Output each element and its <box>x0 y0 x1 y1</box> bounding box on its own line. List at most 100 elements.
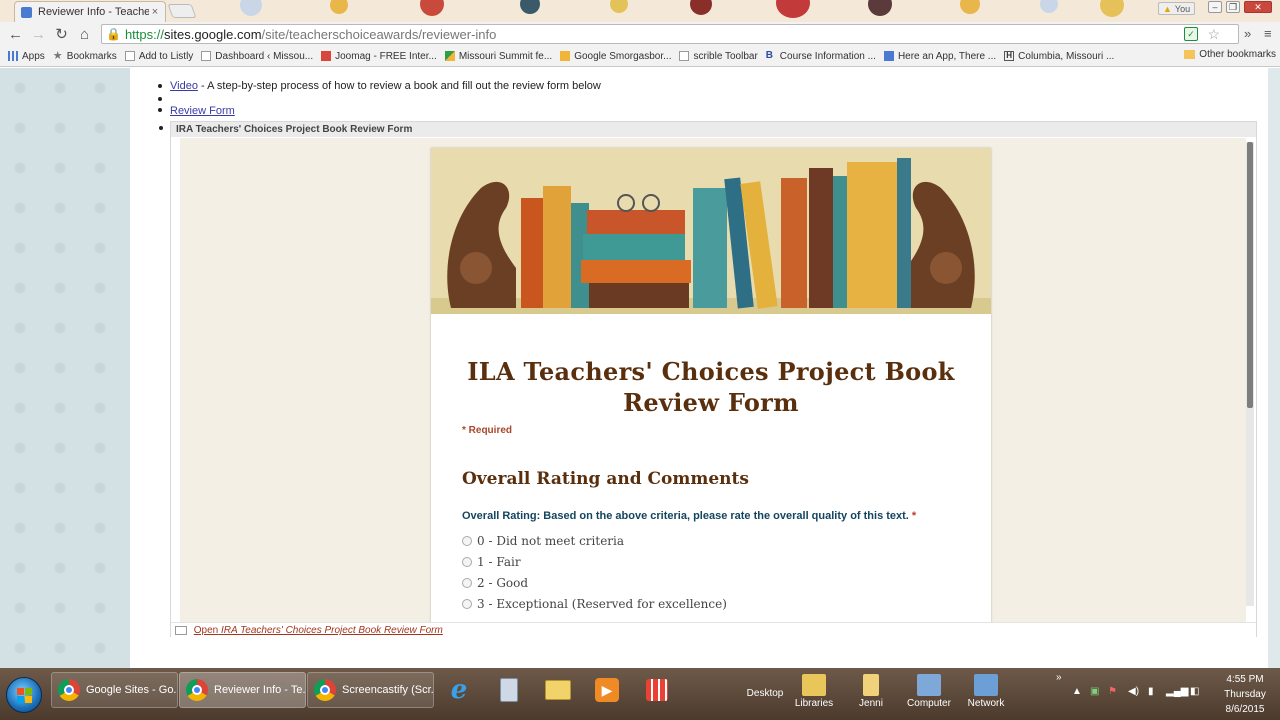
bookmark-google-smorgasbord[interactable]: Google Smorgasbor... <box>560 51 671 62</box>
clock-time: 4:55 PM <box>1226 674 1264 685</box>
show-hidden-icons[interactable]: ▲ <box>1072 686 1082 697</box>
bookmark-add-to-listly[interactable]: Add to Listly <box>124 51 193 62</box>
home-button[interactable]: ⌂ <box>73 23 96 45</box>
list-item: Review Form <box>158 104 601 118</box>
address-bar[interactable]: 🔒 https:// sites.google.com /site/teache… <box>101 24 1239 44</box>
apps-launcher-icon[interactable] <box>642 675 672 705</box>
wifi-signal-icon[interactable]: ▂▄▆ <box>1166 686 1188 697</box>
bullet-list: Video - A step-by-step process of how to… <box>158 80 601 118</box>
rating-option-0[interactable]: 0 - Did not meet criteria <box>462 530 727 551</box>
tray-misc-icon[interactable]: ◧ <box>1190 686 1199 697</box>
file-explorer-icon[interactable] <box>543 675 573 705</box>
question-text: Overall Rating: Based on the above crite… <box>462 510 909 522</box>
restore-button[interactable]: ❐ <box>1226 1 1240 13</box>
form-icon <box>175 625 187 635</box>
blackboard-icon: B <box>765 50 774 61</box>
toolbar-overflow-icon[interactable]: » <box>1056 672 1062 683</box>
docs-icon <box>883 51 894 61</box>
taskbar-item-google-sites[interactable]: Google Sites - Go... <box>51 672 178 708</box>
profile-name: You <box>1174 3 1191 14</box>
clock-day: Thursday <box>1224 689 1266 700</box>
minimize-button[interactable]: – <box>1208 1 1222 13</box>
bookmark-course-information[interactable]: B Course Information ... <box>766 51 876 62</box>
list-item <box>158 93 601 104</box>
browser-tab-strip: Reviewer Info - Teachers × ▲ You – ❐ ✕ <box>0 0 1280 22</box>
power-icon[interactable]: ▮ <box>1148 686 1154 697</box>
bookmark-dashboard[interactable]: Dashboard ‹ Missou... <box>201 51 313 62</box>
rating-option-1[interactable]: 1 - Fair <box>462 551 727 572</box>
bookmark-scrible-toolbar[interactable]: scrible Toolbar <box>679 51 758 62</box>
form-title: ILA Teachers' Choices Project Book Revie… <box>467 357 955 417</box>
toolbar-jenni[interactable]: Jenni <box>846 674 896 709</box>
toolbar-desktop[interactable]: Desktop <box>740 688 790 699</box>
other-bookmarks[interactable]: Other bookmarks <box>1184 49 1276 60</box>
tray-action-center-icon[interactable]: ⚑ <box>1108 686 1117 697</box>
site-content: Video - A step-by-step process of how to… <box>150 68 1268 668</box>
window-close-button[interactable]: ✕ <box>1244 1 1272 13</box>
bookmark-columbia-missouri[interactable]: H Columbia, Missouri ... <box>1004 51 1114 62</box>
review-form-link[interactable]: Review Form <box>170 105 235 117</box>
forward-button[interactable]: → <box>27 23 50 45</box>
start-button[interactable] <box>6 677 42 713</box>
bookmark-joomag[interactable]: Joomag - FREE Inter... <box>321 51 437 62</box>
video-link[interactable]: Video <box>170 80 198 92</box>
bookmarks-bar: Apps ★ Bookmarks Add to Listly Dashboard … <box>0 46 1280 67</box>
menu-icon[interactable]: ≡ <box>1264 26 1272 41</box>
video-description: - A step-by-step process of how to revie… <box>197 80 601 92</box>
bullet-marker <box>159 126 163 130</box>
libraries-icon <box>802 674 826 696</box>
media-player-icon[interactable]: ▶ <box>592 675 622 705</box>
question-label: Overall Rating: Based on the above crite… <box>462 510 916 522</box>
option-label: 2 - Good <box>477 575 529 590</box>
radio-button[interactable] <box>462 535 472 546</box>
toolbar-network[interactable]: Network <box>961 674 1011 709</box>
calculator-icon[interactable] <box>494 675 524 705</box>
embed-footer: Open IRA Teachers' Choices Project Book … <box>171 622 1256 637</box>
option-label: 1 - Fair <box>477 554 521 569</box>
user-folder-icon <box>863 674 879 696</box>
open-form-link[interactable]: Open IRA Teachers' Choices Project Book … <box>194 625 443 636</box>
rating-option-3[interactable]: 3 - Exceptional (Reserved for excellence… <box>462 593 727 614</box>
joomag-icon <box>321 51 332 61</box>
warning-icon: ▲ <box>1163 3 1172 14</box>
taskbar-item-reviewer-info[interactable]: Reviewer Info - Te... <box>179 672 306 708</box>
rating-option-2[interactable]: 2 - Good <box>462 572 727 593</box>
list-item: Video - A step-by-step process of how to… <box>158 80 601 93</box>
bookmark-apps[interactable]: Apps <box>8 51 45 62</box>
windows-taskbar: Google Sites - Go... Reviewer Info - Te.… <box>0 668 1280 720</box>
sites-favicon-icon <box>21 6 32 18</box>
chrome-icon <box>58 679 80 701</box>
bookmark-here-an-app[interactable]: Here an App, There ... <box>883 51 996 62</box>
page-icon <box>201 51 212 61</box>
form-scrollbar[interactable] <box>1246 142 1254 606</box>
bookmark-star-icon[interactable]: ☆ <box>1207 26 1220 43</box>
bookmark-missouri-summit[interactable]: Missouri Summit fe... <box>444 51 552 62</box>
extension-icon[interactable]: ✓ <box>1184 27 1198 41</box>
system-clock[interactable]: 4:55 PM Thursday 8/6/2015 <box>1212 672 1278 717</box>
required-asterisk: * <box>911 510 917 522</box>
active-browser-tab[interactable]: Reviewer Info - Teachers × <box>14 1 166 22</box>
profile-button[interactable]: ▲ You <box>1158 2 1196 15</box>
radio-button[interactable] <box>462 556 472 567</box>
toolbar-computer[interactable]: Computer <box>904 674 954 709</box>
reload-button[interactable]: ↻ <box>50 23 73 45</box>
tray-app-icon[interactable]: ▣ <box>1090 686 1099 697</box>
extensions-overflow-icon[interactable]: » <box>1244 26 1251 41</box>
chrome-icon <box>186 679 208 701</box>
scrollbar-thumb[interactable] <box>1247 142 1253 408</box>
internet-explorer-icon[interactable]: e <box>444 675 474 705</box>
rating-options: 0 - Did not meet criteria 1 - Fair 2 - G… <box>462 530 727 614</box>
form-frame[interactable]: ILA Teachers' Choices Project Book Revie… <box>180 138 1246 622</box>
radio-button[interactable] <box>462 577 472 588</box>
drive-icon <box>444 51 455 61</box>
back-button[interactable]: ← <box>4 23 27 45</box>
tab-close-icon[interactable]: × <box>149 6 161 18</box>
new-tab-button[interactable] <box>167 4 197 18</box>
bookmark-bookmarks[interactable]: ★ Bookmarks <box>53 51 117 62</box>
taskbar-item-screencastify[interactable]: Screencastify (Scr... <box>307 672 434 708</box>
radio-button[interactable] <box>462 598 472 609</box>
volume-icon[interactable]: ◀) <box>1128 686 1139 697</box>
toolbar-libraries[interactable]: Libraries <box>789 674 839 709</box>
required-note: * Required <box>462 425 513 436</box>
form-card: ILA Teachers' Choices Project Book Revie… <box>431 148 991 622</box>
